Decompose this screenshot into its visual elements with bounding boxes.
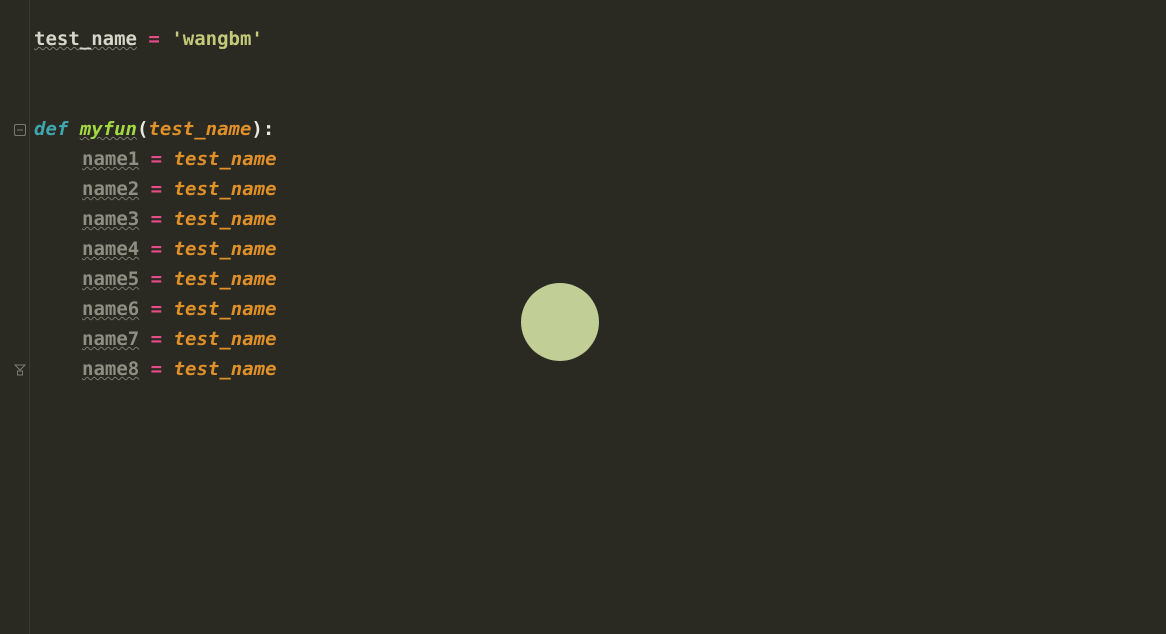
assign-operator: = (151, 208, 162, 230)
close-paren: ) (251, 118, 262, 140)
blank-line[interactable] (34, 54, 277, 84)
code-line[interactable]: name2 = test_name (34, 174, 277, 204)
assign-operator: = (151, 298, 162, 320)
code-line[interactable]: def myfun(test_name): (34, 114, 277, 144)
code-line[interactable]: name5 = test_name (34, 264, 277, 294)
blank-line[interactable] (34, 84, 277, 114)
code-line[interactable]: name1 = test_name (34, 144, 277, 174)
local-variable: name7 (82, 328, 139, 350)
local-variable: name6 (82, 298, 139, 320)
code-line[interactable]: name6 = test_name (34, 294, 277, 324)
assign-operator: = (151, 178, 162, 200)
def-keyword: def (34, 118, 68, 140)
code-line[interactable]: name4 = test_name (34, 234, 277, 264)
local-variable: name4 (82, 238, 139, 260)
parameter-reference: test_name (174, 298, 277, 320)
editor-gutter (0, 0, 30, 634)
parameter-reference: test_name (174, 238, 277, 260)
parameter-reference: test_name (174, 178, 277, 200)
code-line[interactable]: test_name = 'wangbm' (34, 24, 277, 54)
parameter-reference: test_name (174, 268, 277, 290)
open-paren: ( (137, 118, 148, 140)
assign-operator: = (151, 238, 162, 260)
function-name: myfun (80, 118, 137, 140)
parameter-reference: test_name (174, 208, 277, 230)
assign-operator: = (151, 268, 162, 290)
assign-operator: = (151, 148, 162, 170)
assign-operator: = (151, 358, 162, 380)
code-line[interactable]: name7 = test_name (34, 324, 277, 354)
cursor-indicator (521, 283, 599, 361)
assign-operator: = (148, 28, 159, 50)
local-variable: name8 (82, 358, 139, 380)
local-variable: name2 (82, 178, 139, 200)
string-literal: 'wangbm' (171, 28, 263, 50)
local-variable: name5 (82, 268, 139, 290)
parameter-reference: test_name (174, 328, 277, 350)
code-editor[interactable]: test_name = 'wangbm' def myfun(test_name… (34, 24, 277, 384)
local-variable: name1 (82, 148, 139, 170)
code-line[interactable]: name3 = test_name (34, 204, 277, 234)
parameter: test_name (148, 118, 251, 140)
parameter-reference: test_name (174, 358, 277, 380)
variable-name: test_name (34, 28, 137, 50)
parameter-reference: test_name (174, 148, 277, 170)
local-variable: name3 (82, 208, 139, 230)
code-line[interactable]: name8 = test_name (34, 354, 277, 384)
fold-end-icon[interactable] (14, 364, 26, 376)
colon: : (263, 118, 274, 140)
assign-operator: = (151, 328, 162, 350)
fold-minus-icon[interactable] (14, 124, 26, 136)
